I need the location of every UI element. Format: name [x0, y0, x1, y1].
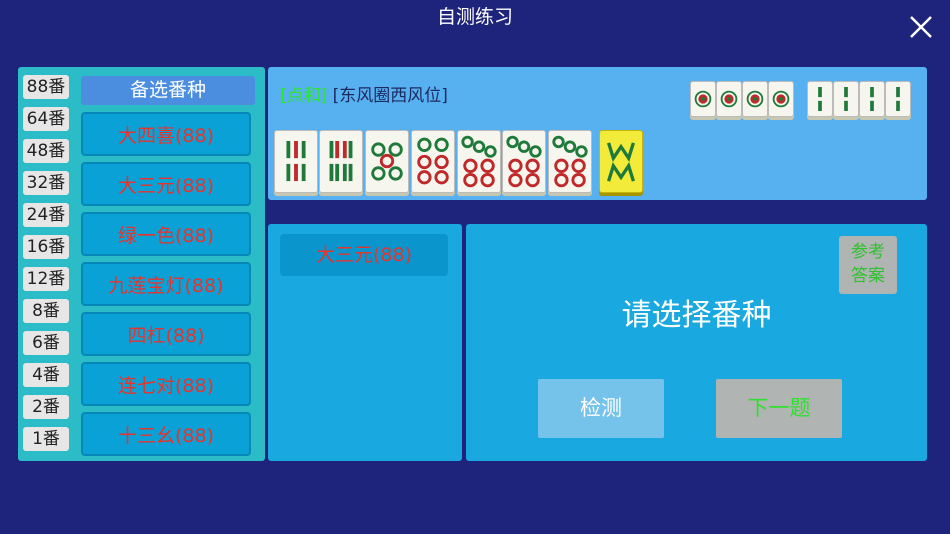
tile-8-bamboo: [274, 130, 318, 193]
tile-6-circle: [411, 130, 455, 193]
fan-level-16[interactable]: 16番: [23, 235, 69, 259]
tile-2-bamboo: [833, 81, 859, 117]
tile-5-circle: [365, 130, 409, 193]
fan-level-12[interactable]: 12番: [23, 267, 69, 291]
candidate-item[interactable]: 大四喜(88): [81, 112, 251, 156]
selected-fan-panel: 大三元(88): [268, 224, 462, 461]
tile-7-circle: [457, 130, 501, 193]
candidate-item[interactable]: 九莲宝灯(88): [81, 262, 251, 306]
candidate-item[interactable]: 连七对(88): [81, 362, 251, 406]
page-title: 自测练习: [436, 6, 513, 28]
tile-1-circle: [690, 81, 716, 117]
hand-panel: [点和] [东风圈西风位]: [268, 67, 927, 200]
fan-level-list: 88番 64番 48番 32番 24番 16番 12番 8番 6番 4番 2番 …: [23, 75, 71, 459]
selected-fan-item[interactable]: 大三元(88): [280, 234, 448, 276]
tile-8-bamboo: [319, 130, 363, 193]
result-panel: 参考答案 请选择番种 检测 下一题: [466, 224, 927, 461]
fan-level-6[interactable]: 6番: [23, 331, 69, 355]
tile-1-circle: [768, 81, 794, 117]
fan-level-8[interactable]: 8番: [23, 299, 69, 323]
fan-level-88[interactable]: 88番: [23, 75, 69, 99]
reference-answer-button[interactable]: 参考答案: [839, 236, 897, 294]
fan-level-1[interactable]: 1番: [23, 427, 69, 451]
fan-selection-panel: 88番 64番 48番 32番 24番 16番 12番 8番 6番 4番 2番 …: [18, 67, 265, 461]
fan-level-24[interactable]: 24番: [23, 203, 69, 227]
fan-level-32[interactable]: 32番: [23, 171, 69, 195]
candidate-header: 备选番种: [81, 76, 255, 105]
close-icon[interactable]: [908, 14, 934, 40]
tile-2-bamboo: [885, 81, 911, 117]
fan-level-2[interactable]: 2番: [23, 395, 69, 419]
tile-7-circle: [548, 130, 592, 193]
tile-2-bamboo: [859, 81, 885, 117]
wind-info: [东风圈西风位]: [332, 86, 448, 106]
candidate-item[interactable]: 四杠(88): [81, 312, 251, 356]
win-type: [点和]: [280, 86, 328, 106]
next-question-button[interactable]: 下一题: [716, 379, 842, 438]
fan-level-48[interactable]: 48番: [23, 139, 69, 163]
tile-7-circle: [502, 130, 546, 193]
candidate-list: 大四喜(88) 大三元(88) 绿一色(88) 九莲宝灯(88) 四杠(88) …: [81, 112, 255, 462]
fan-level-64[interactable]: 64番: [23, 107, 69, 131]
fan-level-4[interactable]: 4番: [23, 363, 69, 387]
candidate-item[interactable]: 十三幺(88): [81, 412, 251, 456]
hand-info: [点和] [东风圈西风位]: [280, 81, 448, 106]
tile-1-circle: [716, 81, 742, 117]
candidate-item[interactable]: 绿一色(88): [81, 212, 251, 256]
candidate-item[interactable]: 大三元(88): [81, 162, 251, 206]
prompt-text: 请选择番种: [621, 298, 772, 333]
check-button[interactable]: 检测: [538, 379, 664, 438]
winning-tile: [599, 130, 643, 193]
tile-2-bamboo: [807, 81, 833, 117]
tile-1-circle: [742, 81, 768, 117]
